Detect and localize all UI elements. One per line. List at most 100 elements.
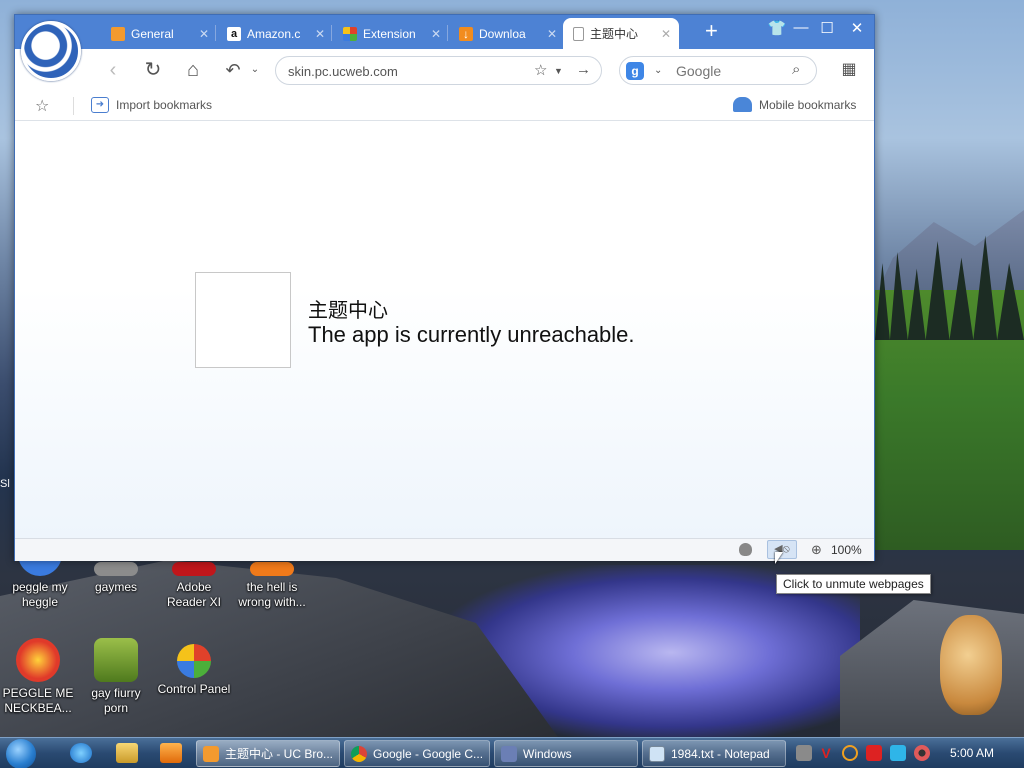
import-icon: ➜ [91,97,109,113]
back-icon[interactable]: ‹ [101,58,125,82]
folder-icon [94,562,138,576]
taskbar-item-label: 1984.txt - Notepad [671,746,770,761]
box-game-icon [94,638,138,682]
internet-explorer-icon[interactable] [70,743,92,763]
tooltip: Click to unmute webpages [776,574,931,594]
close-icon[interactable]: ✕ [199,27,209,41]
tab-label: Extension [363,26,416,41]
chevron-down-icon[interactable]: ⌄ [654,65,662,76]
undo-close-icon[interactable]: ↶ [221,58,245,82]
desktop-icon-box[interactable]: gay fiurry porn [78,638,154,716]
windows-app-icon [501,745,517,762]
tab-general[interactable]: General ✕ [101,18,217,49]
reload-icon[interactable]: ↻ [141,58,165,82]
taskbar-item-uc-browser[interactable]: 主题中心 - UC Bro... [196,740,340,767]
search-icon[interactable]: ⌕ [792,61,800,78]
tray-flag-icon[interactable] [866,745,882,761]
apps-grid-icon[interactable]: ▦ [837,58,861,82]
tab-label: 主题中心 [590,27,639,41]
page-title: 主题中心 [308,298,388,322]
chevron-down-icon[interactable]: ▼ [554,66,563,76]
bookmark-star-icon[interactable]: ☆ [534,61,547,79]
mouse-cursor [775,552,783,564]
minimize-icon[interactable]: — [789,19,813,36]
close-icon[interactable]: ✕ [661,27,671,41]
page-icon [573,26,584,41]
taskbar: 主题中心 - UC Bro... Google - Google C... Wi… [0,737,1024,768]
adobe-reader-icon [172,562,216,576]
taskbar-item-label: Windows [523,746,572,761]
new-tab-button[interactable]: + [705,20,718,42]
clock[interactable]: 5:00 AM [950,746,994,760]
tray-tool-icon[interactable] [796,745,812,761]
skin-icon[interactable]: 👕 [765,19,789,37]
maximize-icon[interactable]: ☐ [815,19,839,37]
search-box[interactable]: g ⌄ ⌕ [619,56,817,85]
import-bookmarks-button[interactable]: ➜ Import bookmarks [91,97,212,113]
desktop-icon-label: PEGGLE ME NECKBEA... [2,686,74,715]
zoom-level[interactable]: 100% [831,543,862,557]
desktop-icon-label: the hell is wrong with... [238,580,306,609]
tray-search-icon[interactable] [842,745,858,761]
taskbar-item-label: Google - Google C... [373,746,484,761]
chevron-down-icon[interactable]: ⌄ [243,58,267,82]
desktop-icon-control-panel[interactable]: Control Panel [156,638,232,697]
close-window-icon[interactable]: ✕ [845,19,869,37]
desktop-icon-shortcut[interactable]: the hell is wrong with... [234,562,310,610]
tray-v-icon[interactable]: V [818,745,834,761]
app-icon-placeholder [195,272,291,368]
mobile-bookmarks-label: Mobile bookmarks [759,97,857,112]
zoom-icon[interactable]: ⊕ [811,542,822,558]
tab-extensions[interactable]: Extension ✕ [333,18,449,49]
search-input[interactable] [676,62,786,80]
taskbar-item-label: 主题中心 - UC Bro... [225,747,334,761]
star-icon[interactable]: ☆ [35,96,49,116]
desktop-icon-adobe-reader[interactable]: Adobe Reader XI [156,562,232,610]
uc-browser-logo[interactable] [21,21,81,81]
tray-network-icon[interactable] [890,745,906,761]
cloud-icon [733,97,752,112]
go-arrow-icon[interactable]: → [576,61,591,78]
control-panel-icon [177,644,211,678]
shortcut-icon [250,562,294,576]
shield-icon[interactable] [739,543,752,556]
tab-label: Amazon.c [247,26,301,41]
tab-amazon[interactable]: a Amazon.c ✕ [217,18,333,49]
browser-window: General ✕ a Amazon.c ✕ Extension ✕ ↓ Dow… [14,14,875,561]
google-icon[interactable]: g [626,62,644,80]
home-icon[interactable]: ⌂ [181,58,205,82]
close-icon[interactable]: ✕ [315,27,325,41]
bookmarks-bar: ☆ ➜ Import bookmarks Mobile bookmarks [15,91,874,121]
status-bar: ◀⦸ ⊕ 100% [15,538,874,561]
close-icon[interactable]: ✕ [547,27,557,41]
tab-divider [215,25,216,41]
desktop-icon-label: Control Panel [157,682,231,696]
mobile-bookmarks-button[interactable]: Mobile bookmarks [733,97,856,112]
notepad-icon [649,745,665,762]
url-input[interactable] [288,62,518,80]
peggle-icon [16,638,60,682]
taskbar-item-chrome[interactable]: Google - Google C... [344,740,490,767]
desktop-icon-peggle-me[interactable]: PEGGLE ME NECKBEA... [0,638,76,716]
uc-browser-icon [203,745,219,762]
taskbar-item-windows[interactable]: Windows [494,740,638,767]
hamster-gadget[interactable] [940,615,1002,715]
chrome-icon [351,745,367,762]
desktop-icon-gaymes[interactable]: gaymes [78,562,154,595]
tab-downloads[interactable]: ↓ Downloa ✕ [449,18,565,49]
start-button[interactable] [6,739,36,768]
tab-divider [331,25,332,41]
taskbar-item-notepad[interactable]: 1984.txt - Notepad [642,740,786,767]
amazon-icon: a [227,26,241,41]
tab-theme-center[interactable]: 主题中心 ✕ [563,18,679,49]
close-icon[interactable]: ✕ [431,27,441,41]
navigation-bar: ‹ ↻ ⌂ ↶ ⌄ ☆ ▼ → g ⌄ ⌕ ▦ [15,49,874,91]
address-bar[interactable]: ☆ ▼ → [275,56,602,85]
media-player-icon[interactable] [160,743,182,763]
download-icon: ↓ [459,26,473,41]
desktop-icon-label: Adobe Reader XI [166,580,222,609]
explorer-folder-icon[interactable] [116,743,138,763]
gear-icon [111,26,125,41]
tab-label: General [131,26,174,41]
tray-volume-icon[interactable] [914,745,930,761]
